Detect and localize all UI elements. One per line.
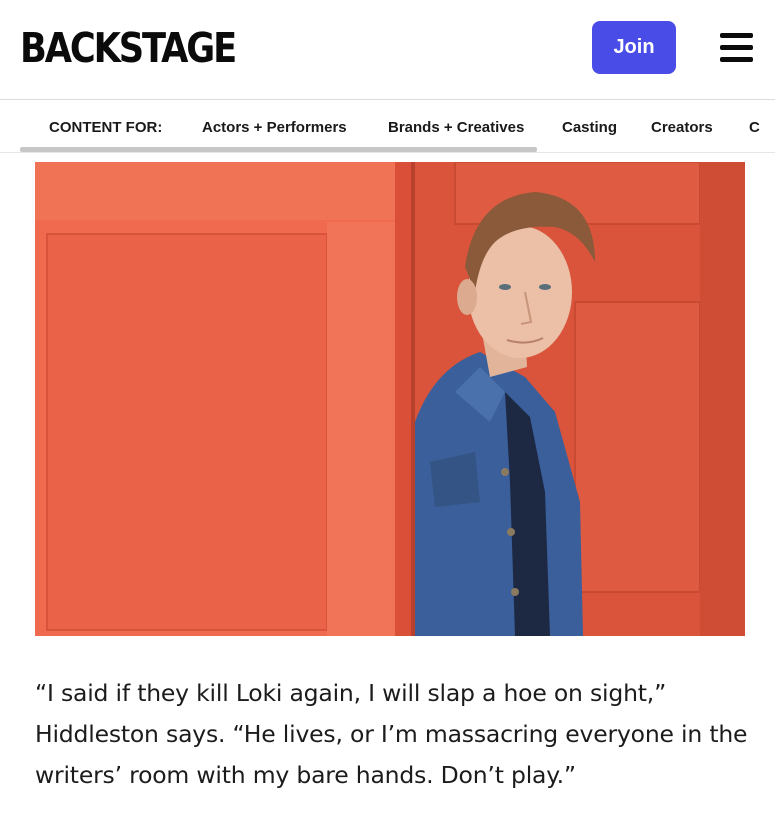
hero-photo [35,162,745,636]
join-button[interactable]: Join [592,21,676,74]
nav-casting[interactable]: Casting [562,119,617,136]
hamburger-menu-icon[interactable] [720,33,753,63]
nav-creators[interactable]: Creators [651,119,713,136]
site-header: BACKSTAGE Join [0,0,775,100]
hero-photo-illustration [35,162,745,636]
nav-more-truncated[interactable]: C [749,119,760,136]
article-caption: “I said if they kill Loki again, I will … [35,679,748,789]
nav-brands-creatives[interactable]: Brands + Creatives [388,119,524,136]
backstage-logo[interactable]: BACKSTAGE [20,24,237,72]
subnav-scrollbar[interactable] [20,147,537,152]
content-for-nav: CONTENT FOR: Actors + Performers Brands … [0,101,775,153]
content-for-label: CONTENT FOR: [49,119,163,136]
nav-actors-performers[interactable]: Actors + Performers [202,119,347,136]
